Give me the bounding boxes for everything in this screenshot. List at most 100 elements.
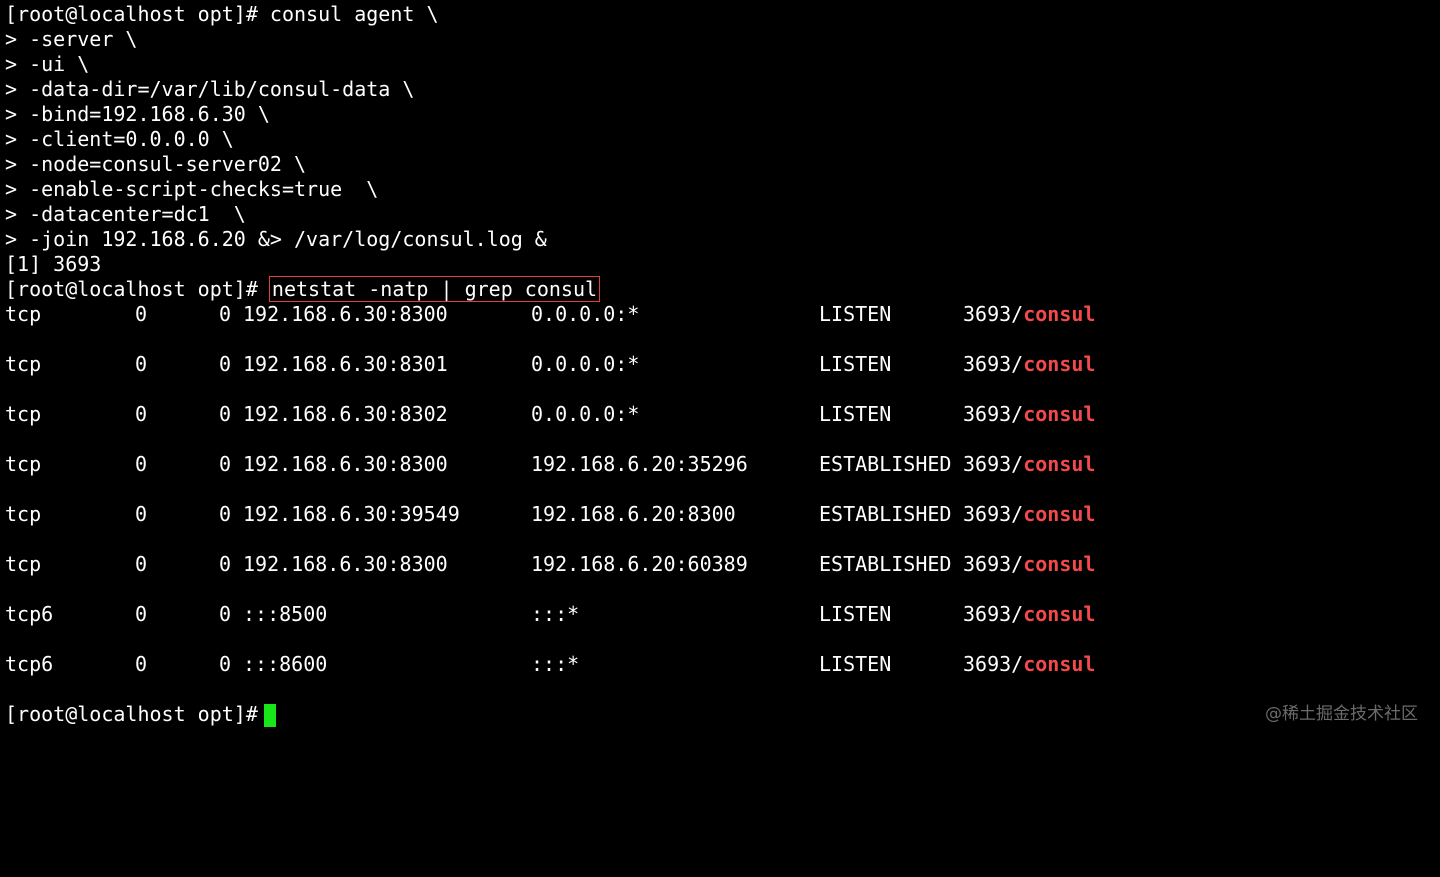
foreign-address-cell: :::* [531, 602, 580, 626]
continuation-line: > -ui \ [5, 52, 89, 77]
local-address-cell: 192.168.6.30:8302 [243, 402, 448, 426]
program-match: consul [1023, 502, 1096, 526]
netstat-row: tcp 0 0 192.168.6.30:8300 192.168.6.20:6… [5, 552, 1205, 577]
active-prompt-line[interactable]: [root@localhost opt]# [5, 702, 276, 727]
recv-q-cell: 0 [135, 452, 148, 476]
send-q-cell: 0 [219, 602, 232, 626]
send-q-cell: 0 [219, 502, 232, 526]
state-cell: LISTEN [819, 602, 892, 626]
watermark: @稀土掘金技术社区 [1265, 704, 1418, 724]
proto-cell: tcp [5, 552, 42, 576]
pid-program-cell: 3693/consul [963, 452, 1095, 477]
state-cell: LISTEN [819, 402, 892, 426]
command-text: -join 192.168.6.20 &> /var/log/consul.lo… [17, 227, 547, 251]
state-cell: LISTEN [819, 352, 892, 376]
pid-text: 3693/ [963, 652, 1024, 676]
local-address-cell: :::8500 [243, 602, 328, 626]
foreign-address-cell: 0.0.0.0:* [531, 352, 640, 376]
state-cell: ESTABLISHED [819, 502, 952, 526]
continuation-prompt: > [5, 77, 18, 101]
send-q-cell: 0 [219, 552, 232, 576]
recv-q-cell: 0 [135, 352, 148, 376]
proto-cell: tcp [5, 502, 42, 526]
netstat-row: tcp 0 0 192.168.6.30:8300 0.0.0.0:* LIST… [5, 302, 1205, 327]
send-q-cell: 0 [219, 352, 232, 376]
shell-prompt: [root@localhost opt]# [5, 277, 258, 301]
local-address-cell: 192.168.6.30:8301 [243, 352, 448, 376]
pid-program-cell: 3693/consul [963, 302, 1095, 327]
netstat-row: tcp 0 0 192.168.6.30:8301 0.0.0.0:* LIST… [5, 352, 1205, 377]
pid-text: 3693/ [963, 452, 1024, 476]
local-address-cell: 192.168.6.30:8300 [243, 452, 448, 476]
recv-q-cell: 0 [135, 652, 148, 676]
command-text: -datacenter=dc1 \ [17, 202, 246, 226]
recv-q-cell: 0 [135, 602, 148, 626]
highlighted-command: netstat -natp | grep consul [268, 276, 601, 302]
foreign-address-cell: :::* [531, 652, 580, 676]
program-match: consul [1023, 452, 1096, 476]
command-text: -enable-script-checks=true \ [17, 177, 379, 201]
program-match: consul [1023, 302, 1096, 326]
local-address-cell: 192.168.6.30:8300 [243, 302, 448, 326]
continuation-line: > -enable-script-checks=true \ [5, 177, 378, 202]
command-line: [root@localhost opt]# consul agent \ [5, 2, 439, 27]
foreign-address-cell: 0.0.0.0:* [531, 302, 640, 326]
continuation-line: > -node=consul-server02 \ [5, 152, 306, 177]
pid-text: 3693/ [963, 602, 1024, 626]
continuation-prompt: > [5, 127, 18, 151]
continuation-prompt: > [5, 152, 18, 176]
command-text: consul agent \ [257, 2, 439, 26]
continuation-line: > -bind=192.168.6.30 \ [5, 102, 270, 127]
state-cell: ESTABLISHED [819, 552, 952, 576]
foreign-address-cell: 192.168.6.20:35296 [531, 452, 748, 476]
command-text: -ui \ [17, 52, 90, 76]
send-q-cell: 0 [219, 302, 232, 326]
proto-cell: tcp6 [5, 602, 54, 626]
shell-prompt: [root@localhost opt]# [5, 702, 258, 726]
state-cell: LISTEN [819, 652, 892, 676]
local-address-cell: 192.168.6.30:39549 [243, 502, 460, 526]
pid-text: 3693/ [963, 402, 1024, 426]
program-match: consul [1023, 402, 1096, 426]
recv-q-cell: 0 [135, 402, 148, 426]
continuation-prompt: > [5, 227, 18, 251]
continuation-prompt: > [5, 102, 18, 126]
recv-q-cell: 0 [135, 552, 148, 576]
continuation-prompt: > [5, 177, 18, 201]
continuation-line: > -datacenter=dc1 \ [5, 202, 246, 227]
recv-q-cell: 0 [135, 502, 148, 526]
command-text: -server \ [17, 27, 138, 51]
pid-program-cell: 3693/consul [963, 502, 1095, 527]
pid-program-cell: 3693/consul [963, 652, 1095, 677]
text-cursor [263, 704, 276, 727]
proto-cell: tcp [5, 352, 42, 376]
pid-text: 3693/ [963, 302, 1024, 326]
local-address-cell: 192.168.6.30:8300 [243, 552, 448, 576]
netstat-row: tcp 0 0 192.168.6.30:8300 192.168.6.20:3… [5, 452, 1205, 477]
netstat-command-line: [root@localhost opt]# netstat -natp | gr… [5, 276, 601, 302]
pid-program-cell: 3693/consul [963, 352, 1095, 377]
pid-text: 3693/ [963, 552, 1024, 576]
continuation-line: > -client=0.0.0.0 \ [5, 127, 234, 152]
proto-cell: tcp [5, 402, 42, 426]
program-match: consul [1023, 352, 1096, 376]
send-q-cell: 0 [219, 452, 232, 476]
netstat-row: tcp6 0 0 :::8600 :::* LISTEN 3693/consul [5, 652, 1205, 677]
continuation-prompt: > [5, 202, 18, 226]
proto-cell: tcp6 [5, 652, 54, 676]
command-text: -bind=192.168.6.30 \ [17, 102, 270, 126]
state-cell: LISTEN [819, 302, 892, 326]
pid-program-cell: 3693/consul [963, 602, 1095, 627]
program-match: consul [1023, 552, 1096, 576]
foreign-address-cell: 192.168.6.20:60389 [531, 552, 748, 576]
command-text: -data-dir=/var/lib/consul-data \ [17, 77, 415, 101]
proto-cell: tcp [5, 452, 42, 476]
pid-text: 3693/ [963, 352, 1024, 376]
terminal-window[interactable]: [root@localhost opt]# consul agent \ > -… [5, 0, 1435, 746]
netstat-row: tcp 0 0 192.168.6.30:8302 0.0.0.0:* LIST… [5, 402, 1205, 427]
continuation-line: > -data-dir=/var/lib/consul-data \ [5, 77, 414, 102]
pid-text: 3693/ [963, 502, 1024, 526]
send-q-cell: 0 [219, 402, 232, 426]
continuation-line: > -join 192.168.6.20 &> /var/log/consul.… [5, 227, 547, 252]
foreign-address-cell: 192.168.6.20:8300 [531, 502, 736, 526]
